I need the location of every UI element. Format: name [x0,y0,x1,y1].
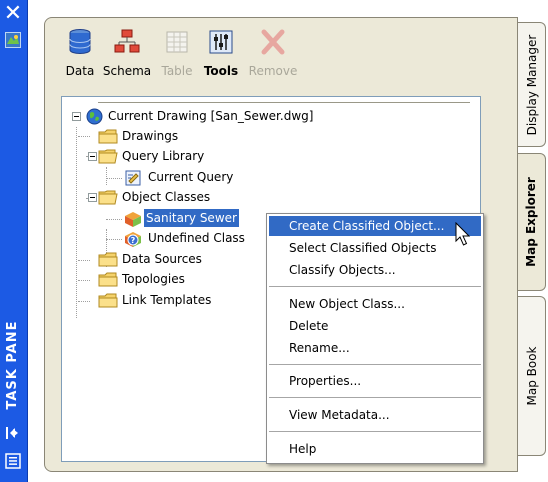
task-pane-strip: ✕ TASK PANE [0,0,28,482]
tree-connector [76,127,77,318]
query-icon [124,170,142,186]
menu-separator [269,431,481,432]
menu-separator [269,397,481,398]
folder-icon [98,252,118,267]
menu-select-classified-objects[interactable]: Select Classified Objects [269,238,481,258]
tree-connector [78,301,90,302]
table-icon [164,28,190,56]
folder-open-icon [98,149,118,164]
collapse-icon[interactable] [88,193,97,202]
object-class-cube-icon [124,211,142,227]
menu-properties[interactable]: Properties... [269,371,481,391]
tree-connector [78,260,90,261]
menu-help[interactable]: Help [269,439,481,459]
collapse-icon[interactable] [88,152,97,161]
properties-menu-icon[interactable] [4,452,22,470]
tree-connector [106,239,122,240]
data-button[interactable]: Data [63,26,97,84]
tab-map-book[interactable]: Map Book [518,296,546,456]
tree-connector [106,219,122,220]
mouse-pointer-icon [455,221,473,248]
schema-icon [114,28,140,56]
database-icon [67,28,93,56]
tree-divider [98,102,470,103]
menu-rename[interactable]: Rename... [269,338,481,358]
tree-connector [78,280,90,281]
tab-display-manager[interactable]: Display Manager [518,22,546,147]
auto-hide-icon[interactable] [4,425,22,441]
task-pane-title: TASK PANE [5,320,20,410]
folder-open-icon [98,190,118,205]
collapse-icon[interactable] [72,112,81,121]
schema-button[interactable]: Schema [99,26,155,84]
close-icon[interactable]: ✕ [3,3,23,25]
context-menu: Create Classified Object... Select Class… [266,213,484,464]
menu-delete[interactable]: Delete [269,316,481,336]
folder-icon [98,272,118,287]
toolbar: Data Schema Table Tools Remove [63,26,323,86]
remove-button[interactable]: Remove [245,26,301,84]
table-button[interactable]: Table [157,26,197,84]
svg-text:?: ? [131,236,136,245]
remove-icon [260,28,286,56]
map-app-icon [5,32,21,48]
menu-classify-objects[interactable]: Classify Objects... [269,260,481,280]
menu-separator [269,364,481,365]
tree-connector [106,167,107,185]
menu-create-classified-object[interactable]: Create Classified Object... [269,216,481,236]
folder-icon [98,129,118,144]
tree-connector [106,178,122,179]
globe-icon [86,108,104,125]
tree-connector [78,136,90,137]
tools-icon [208,28,234,56]
tools-button[interactable]: Tools [199,26,243,84]
tab-map-explorer[interactable]: Map Explorer [516,153,546,291]
menu-separator [269,286,481,287]
folder-icon [98,293,118,308]
menu-view-metadata[interactable]: View Metadata... [269,405,481,425]
menu-new-object-class[interactable]: New Object Class... [269,294,481,314]
undefined-class-icon: ? [124,231,142,247]
